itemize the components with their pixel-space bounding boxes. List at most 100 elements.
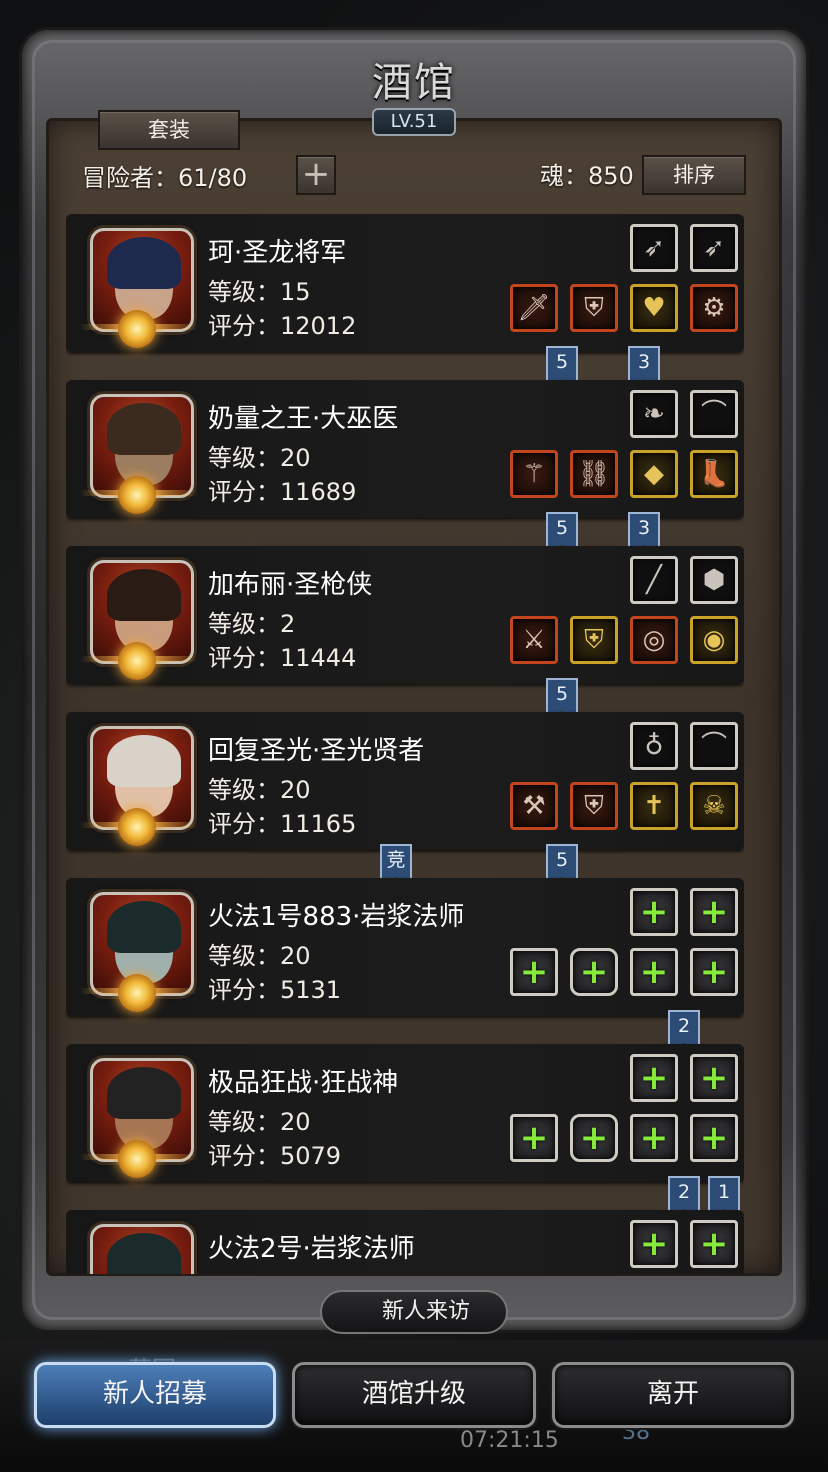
equipment-slot[interactable]: + [630, 948, 678, 996]
equipment-slot[interactable]: ⚙ [690, 284, 738, 332]
equipment-slot[interactable]: ❧ [630, 390, 678, 438]
equipment-slot[interactable]: ⌒ [690, 390, 738, 438]
equipment-slot[interactable]: ◎ [630, 616, 678, 664]
hero-level: 等级：20 [208, 942, 311, 970]
equipment-slot[interactable]: + [690, 888, 738, 936]
equipment-slot[interactable]: ☠ [690, 782, 738, 830]
armor-icon: ⛨ [584, 293, 604, 323]
equipment-slot[interactable]: + [510, 948, 558, 996]
hero-card[interactable]: 极品狂战·狂战神 等级：20 评分：5079 + + + + + + [66, 1044, 744, 1182]
equipment-slot[interactable]: + [690, 1054, 738, 1102]
recruit-button[interactable]: 新人招募 [34, 1362, 276, 1428]
equipment-slot[interactable]: ⛨ [570, 284, 618, 332]
cloak-icon: ⛓ [577, 459, 611, 489]
hero-level: 等级：20 [208, 1268, 311, 1274]
equipment-slot[interactable]: ⌒ [690, 722, 738, 770]
hero-card[interactable]: 加布丽·圣枪侠 等级：2 评分：11444 ╱ ⬢ ⚔ ⛨ ◎ ◉ [66, 546, 744, 684]
equipment-slot[interactable]: ♥ [630, 284, 678, 332]
equipment-slot[interactable]: + [630, 1220, 678, 1268]
equipment-slot[interactable]: ⛓ [570, 450, 618, 498]
rank-emblem-icon [118, 808, 156, 846]
hero-portrait[interactable] [90, 1224, 194, 1274]
leave-button[interactable]: 离开 [552, 1362, 794, 1428]
equipment-slot[interactable]: ╱ [630, 556, 678, 604]
game-clock: 07:21:15 [460, 1428, 559, 1453]
equipment-slot[interactable]: ✝ [630, 782, 678, 830]
add-adventurer-slot-button[interactable]: + [296, 155, 336, 195]
sword-icon: 🗡 [517, 293, 551, 323]
adventurer-count: 冒险者：61/80 [82, 164, 248, 192]
shield-icon: ⬢ [702, 565, 726, 595]
holy-sword-icon: ✝ [643, 791, 665, 821]
equipment-slot[interactable]: + [630, 1054, 678, 1102]
page-title: 酒馆 [372, 60, 456, 106]
axe-icon: ⚒ [522, 791, 546, 821]
feather-icon: ❧ [643, 399, 665, 429]
equipment-slot[interactable]: + [570, 948, 618, 996]
equipment-slot[interactable]: ♁ [630, 722, 678, 770]
hero-card[interactable]: 火法1号883·岩浆法师 等级：20 评分：5131 + + + + + + [66, 878, 744, 1016]
gem-icon: ◆ [644, 459, 664, 489]
staff-icon: ╱ [646, 565, 662, 595]
hero-name: 火法1号883·岩浆法师 [208, 902, 465, 932]
plus-icon: + [579, 1118, 609, 1158]
hero-card[interactable]: 珂·圣龙将军 等级：15 评分：12012 ➶ ➶ 🗡 ⛨ ♥ ⚙ [66, 214, 744, 352]
plus-icon: + [699, 892, 729, 932]
equipment-slot[interactable]: ⬢ [690, 556, 738, 604]
necklace-icon: ♁ [644, 731, 664, 761]
equipment-slot[interactable]: ➶ [690, 224, 738, 272]
equipment-slot[interactable]: 👢 [690, 450, 738, 498]
equipment-slot[interactable]: 🗡 [510, 284, 558, 332]
hero-card[interactable]: 回复圣光·圣光贤者 等级：20 评分：11165 ♁ ⌒ ⚒ ⛨ ✝ ☠ [66, 712, 744, 850]
plus-icon: + [699, 952, 729, 992]
hero-level: 等级：20 [208, 776, 311, 804]
new-visitor-button[interactable]: 新人来访 [320, 1290, 508, 1334]
equipment-slot[interactable]: ⚔ [510, 616, 558, 664]
bracer-icon: ⚙ [702, 293, 726, 323]
equipment-slot[interactable]: ⚒ [510, 782, 558, 830]
hero-level: 等级：20 [208, 1108, 311, 1136]
portrait-hair [107, 403, 181, 455]
plus-icon: + [639, 952, 669, 992]
portrait-hair [107, 901, 181, 953]
rank-emblem-icon [118, 642, 156, 680]
hero-score: 评分：11444 [208, 644, 357, 672]
hero-list[interactable]: 珂·圣龙将军 等级：15 评分：12012 ➶ ➶ 🗡 ⛨ ♥ ⚙ 5 3 奶量之王·大巫医 等级：20… [66, 214, 744, 1274]
hero-card[interactable]: 火法2号·岩浆法师等级：20 + + [66, 1210, 744, 1274]
equipment-slot[interactable]: + [690, 948, 738, 996]
equipment-slot[interactable]: ➶ [630, 224, 678, 272]
plus-icon: + [699, 1058, 729, 1098]
hero-score: 评分：11165 [208, 810, 357, 838]
equipment-slot[interactable]: ◆ [630, 450, 678, 498]
hero-score: 评分：5131 [208, 976, 342, 1004]
hero-score: 评分：5079 [208, 1142, 342, 1170]
hero-card[interactable]: 奶量之王·大巫医 等级：20 评分：11689 ❧ ⌒ ⚚ ⛓ ◆ 👢 [66, 380, 744, 518]
plus-icon: + [519, 1118, 549, 1158]
hero-name: 火法2号·岩浆法师 [208, 1234, 415, 1264]
equipment-slot[interactable]: ⛨ [570, 616, 618, 664]
equipment-slot[interactable]: ⚚ [510, 450, 558, 498]
hero-level: 等级：20 [208, 444, 311, 472]
plus-icon: + [639, 892, 669, 932]
hero-name: 珂·圣龙将军 [208, 238, 347, 268]
plus-icon: + [699, 1118, 729, 1158]
equipment-slot[interactable]: ⛨ [570, 782, 618, 830]
rank-emblem-icon [118, 310, 156, 348]
equipment-slot[interactable]: + [510, 1114, 558, 1162]
orb-icon: ◉ [702, 625, 726, 655]
suit-button[interactable]: 套装 [98, 110, 240, 150]
equipment-slot[interactable]: + [690, 1220, 738, 1268]
equipment-slot[interactable]: + [570, 1114, 618, 1162]
hero-name: 奶量之王·大巫医 [208, 404, 399, 434]
plus-icon: + [639, 1118, 669, 1158]
sort-button[interactable]: 排序 [642, 155, 746, 195]
equipment-slot[interactable]: + [690, 1114, 738, 1162]
hero-name: 加布丽·圣枪侠 [208, 570, 373, 600]
hero-score: 评分：11689 [208, 478, 357, 506]
soul-count: 魂：850 [540, 162, 634, 190]
tavern-upgrade-button[interactable]: 酒馆升级 [292, 1362, 536, 1428]
mask-icon: ☠ [702, 791, 726, 821]
equipment-slot[interactable]: + [630, 888, 678, 936]
equipment-slot[interactable]: ◉ [690, 616, 738, 664]
equipment-slot[interactable]: + [630, 1114, 678, 1162]
